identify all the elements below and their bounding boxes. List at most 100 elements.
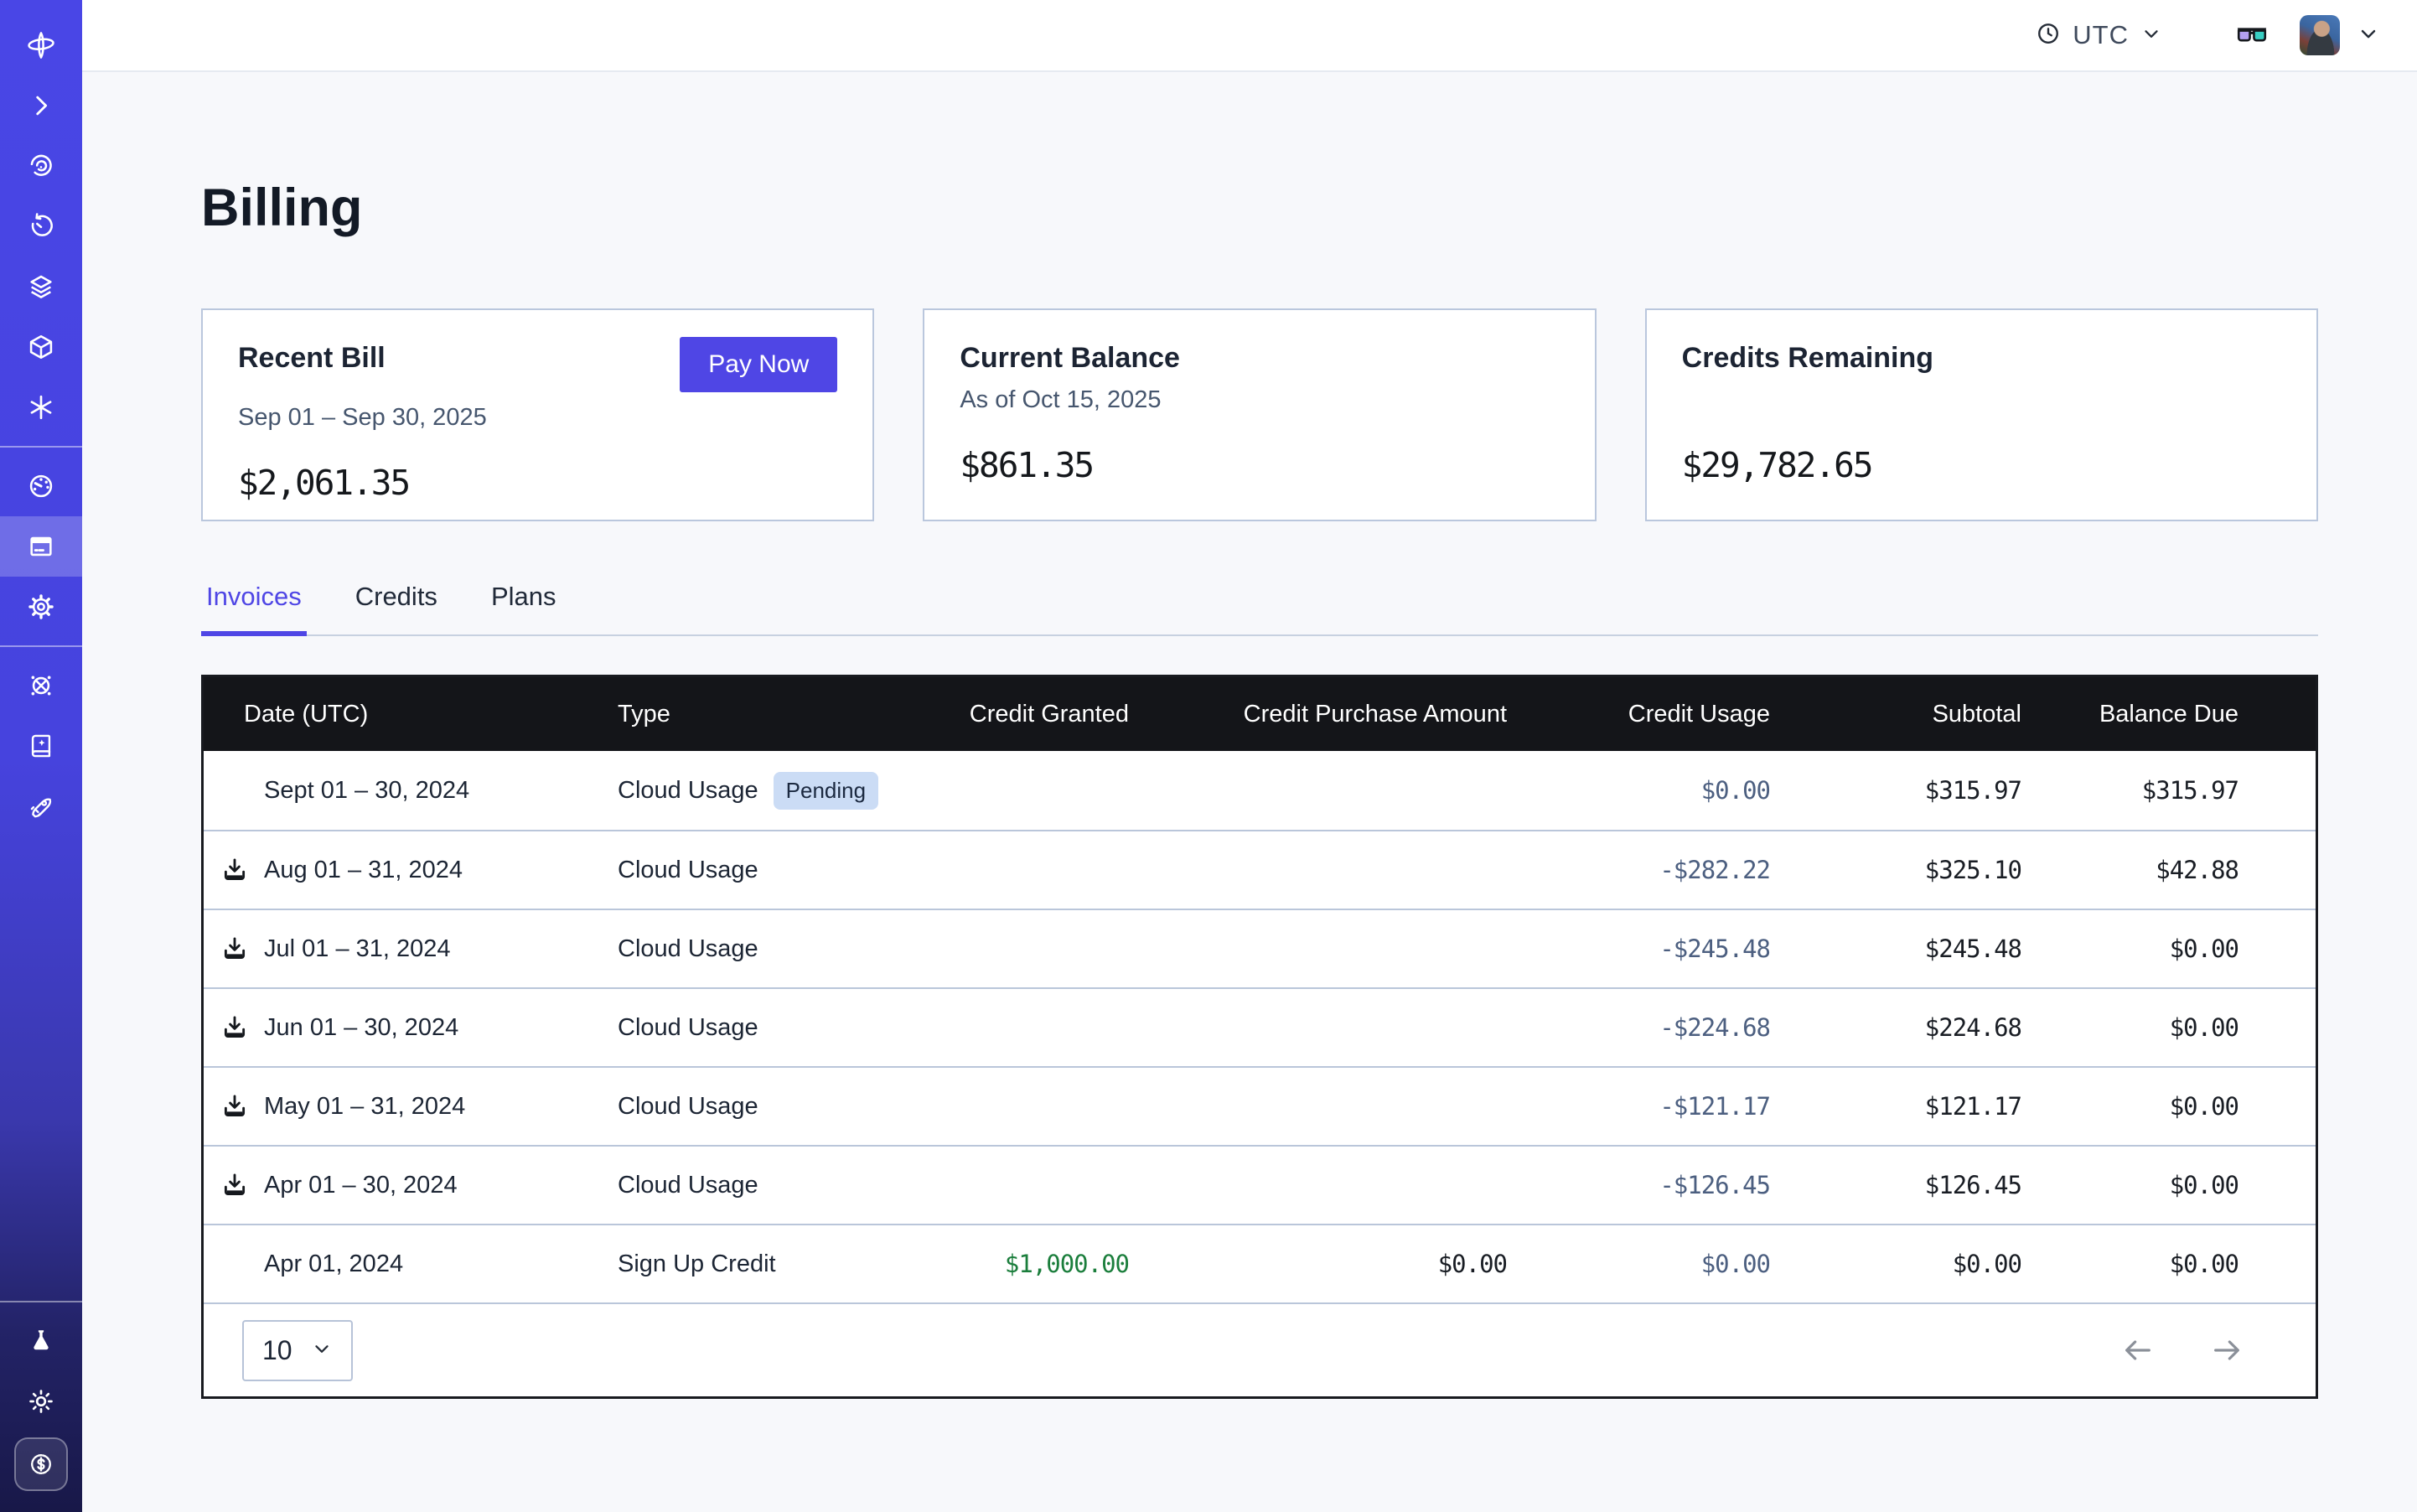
table-row[interactable]: Sept 01 – 30, 2024 Cloud Usage Pending $… [204,751,2316,830]
invoice-date: May 01 – 31, 2024 [264,1093,465,1121]
invoice-date: Apr 01, 2024 [264,1251,403,1278]
sidebar-item-monitor[interactable] [0,136,82,196]
table-row[interactable]: Apr 01 – 30, 2024 Cloud Usage -$126.45 $… [204,1145,2316,1224]
timezone-picker[interactable]: UTC [2036,20,2162,50]
asterisk-icon [27,393,55,422]
column-header-subtotal: Subtotal [1770,701,2021,728]
invoice-date: Jul 01 – 31, 2024 [264,935,451,963]
table-row[interactable]: Jun 01 – 30, 2024 Cloud Usage -$224.68 $… [204,987,2316,1066]
table-header-row: Date (UTC) Type Credit Granted Credit Pu… [204,677,2316,751]
subtotal-value: $126.45 [1770,1171,2021,1199]
invoice-date: Apr 01 – 30, 2024 [264,1172,458,1199]
balance-due-value: $42.88 [2021,856,2316,884]
billing-tabs: Invoices Credits Plans [201,582,2318,636]
timer-icon [27,212,55,241]
table-row[interactable]: Jul 01 – 31, 2024 Cloud Usage -$245.48 $… [204,909,2316,987]
column-header-credit-purchase-amount: Credit Purchase Amount [1129,701,1507,728]
sidebar-collapse[interactable] [0,75,82,136]
table-row[interactable]: Apr 01, 2024 Sign Up Credit $1,000.00 $0… [204,1224,2316,1302]
sidebar-item-layers[interactable] [0,256,82,317]
avatar[interactable] [2300,15,2340,55]
subtotal-value: $245.48 [1770,935,2021,963]
sidebar-item-theme[interactable] [0,1371,82,1432]
glasses-icon[interactable] [2234,16,2269,55]
subtotal-value: $121.17 [1770,1092,2021,1121]
sidebar-item-getting-started[interactable] [0,776,82,836]
current-balance-card: Current Balance As of Oct 15, 2025 $861.… [923,308,1596,521]
chevron-down-icon[interactable] [2357,22,2380,49]
subtotal-value: $325.10 [1770,856,2021,884]
column-header-credit-usage: Credit Usage [1507,701,1770,728]
credits-button[interactable] [14,1437,68,1491]
flask-icon [27,1327,55,1355]
invoice-type: Cloud Usage [618,1014,758,1042]
recent-bill-card: Recent Bill Pay Now Sep 01 – Sep 30, 202… [201,308,874,521]
invoices-table: Date (UTC) Type Credit Granted Credit Pu… [201,675,2318,1399]
subtotal-value: $224.68 [1770,1013,2021,1042]
sidebar-item-settings[interactable] [0,577,82,637]
credits-remaining-card: Credits Remaining $29,782.65 [1645,308,2318,521]
sidebar-item-support[interactable] [0,655,82,716]
credit-usage-value: -$282.22 [1507,856,1770,884]
balance-due-value: $0.00 [2021,1092,2316,1121]
invoice-type: Cloud Usage [618,777,758,805]
billing-card-icon [27,532,55,561]
credit-usage-value: -$126.45 [1507,1171,1770,1199]
table-row[interactable]: Aug 01 – 31, 2024 Cloud Usage -$282.22 $… [204,830,2316,909]
pay-now-button[interactable]: Pay Now [680,337,837,392]
gauge-icon [27,472,55,500]
card-amount: $861.35 [960,445,1559,485]
card-amount: $2,061.35 [238,463,837,503]
helm-icon [27,671,55,700]
download-invoice-icon[interactable] [220,1013,249,1042]
column-header-credit-granted: Credit Granted [894,701,1129,728]
sidebar-item-credits[interactable] [0,1432,82,1492]
invoice-table-body: Sept 01 – 30, 2024 Cloud Usage Pending $… [204,751,2316,1302]
download-invoice-icon[interactable] [220,1171,249,1199]
tab-plans[interactable]: Plans [486,582,562,634]
table-row[interactable]: May 01 – 31, 2024 Cloud Usage -$121.17 $… [204,1066,2316,1145]
download-invoice-icon[interactable] [220,856,249,884]
previous-page-arrow-icon[interactable] [2121,1333,2155,1367]
subtotal-value: $315.97 [1770,776,2021,805]
chevron-right-icon [27,91,55,120]
chevron-down-icon [2140,23,2162,49]
credit-granted-value: $1,000.00 [894,1250,1129,1278]
subtotal-value: $0.00 [1770,1250,2021,1278]
invoice-type: Sign Up Credit [618,1251,776,1278]
sidebar-item-docs[interactable] [0,716,82,776]
card-subtitle [1682,386,2281,417]
sidebar-item-billing[interactable] [0,516,82,577]
credit-purchase-value: $0.00 [1129,1250,1507,1278]
sidebar-item-labs[interactable] [0,1311,82,1371]
credit-usage-value: -$121.17 [1507,1092,1770,1121]
column-header-date: Date (UTC) [204,701,618,728]
download-invoice-icon[interactable] [220,935,249,963]
credit-usage-value: -$245.48 [1507,935,1770,963]
next-page-arrow-icon[interactable] [2210,1333,2244,1367]
cube-icon [27,333,55,361]
sidebar-item-usage[interactable] [0,456,82,516]
sidebar-item-functions[interactable] [0,377,82,438]
spiral-icon [27,152,55,180]
download-invoice-icon[interactable] [220,1092,249,1121]
card-title: Credits Remaining [1682,342,1933,375]
page-size-select[interactable]: 10 [242,1320,353,1381]
tab-invoices[interactable]: Invoices [201,582,307,634]
sidebar-item-history[interactable] [0,196,82,256]
card-title: Current Balance [960,342,1180,375]
sidebar-divider [0,1301,82,1302]
clock-icon [2036,21,2061,50]
card-subtitle: Sep 01 – Sep 30, 2025 [238,404,837,434]
sun-icon [27,1387,55,1416]
sidebar-divider [0,645,82,647]
status-badge: Pending [774,772,878,810]
tab-credits[interactable]: Credits [350,582,443,634]
balance-due-value: $0.00 [2021,1013,2316,1042]
balance-due-value: $0.00 [2021,935,2316,963]
balance-due-value: $0.00 [2021,1250,2316,1278]
main-content: Billing Recent Bill Pay Now Sep 01 – Sep… [82,178,2417,1399]
app-logo[interactable] [0,15,82,75]
sidebar-item-sandbox[interactable] [0,317,82,377]
card-subtitle: As of Oct 15, 2025 [960,386,1559,417]
